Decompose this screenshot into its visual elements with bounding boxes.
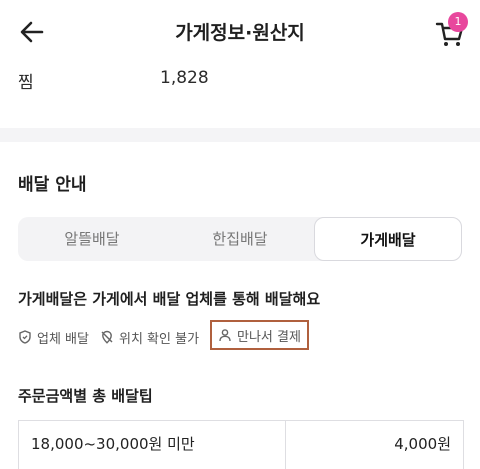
tab-alddeul-delivery[interactable]: 알뜰배달: [18, 217, 166, 261]
tab-hanjip-delivery[interactable]: 한집배달: [166, 217, 314, 261]
shield-icon: [19, 330, 31, 344]
delivery-fee-table: 18,000~30,000원 미만 4,000원: [18, 420, 464, 469]
likes-row: 찜 1,828: [18, 68, 458, 96]
page-title: 가게정보·원산지: [175, 22, 305, 44]
feature-label: 업체 배달: [37, 331, 89, 347]
section-divider: [0, 128, 480, 142]
delivery-section-title: 배달 안내: [18, 175, 87, 195]
feature-company-delivery: 업체 배달: [18, 324, 89, 350]
delivery-fee-title: 주문금액별 총 배달팁: [18, 387, 153, 405]
delivery-fee: 4,000원: [394, 435, 451, 453]
likes-label: 찜: [18, 73, 34, 93]
delivery-description: 가게배달은 가게에서 배달 업체를 통해 배달해요: [18, 290, 321, 308]
cell-divider: [285, 421, 286, 469]
top-app-bar: 가게정보·원산지 1: [0, 0, 480, 64]
person-icon: [219, 329, 231, 342]
feature-label: 만나서 결제: [237, 329, 301, 345]
feature-pay-on-meet: 만나서 결제: [210, 320, 309, 350]
likes-count: 1,828: [160, 68, 209, 88]
tab-store-delivery[interactable]: 가게배달: [314, 217, 462, 261]
location-off-icon: [101, 330, 113, 344]
delivery-type-tabs: 알뜰배달 한집배달 가게배달: [18, 217, 462, 261]
feature-location-unavailable: 위치 확인 불가: [100, 324, 199, 350]
cart-count-badge: 1: [448, 12, 468, 32]
feature-label: 위치 확인 불가: [119, 331, 200, 347]
order-amount-range: 18,000~30,000원 미만: [31, 435, 195, 453]
